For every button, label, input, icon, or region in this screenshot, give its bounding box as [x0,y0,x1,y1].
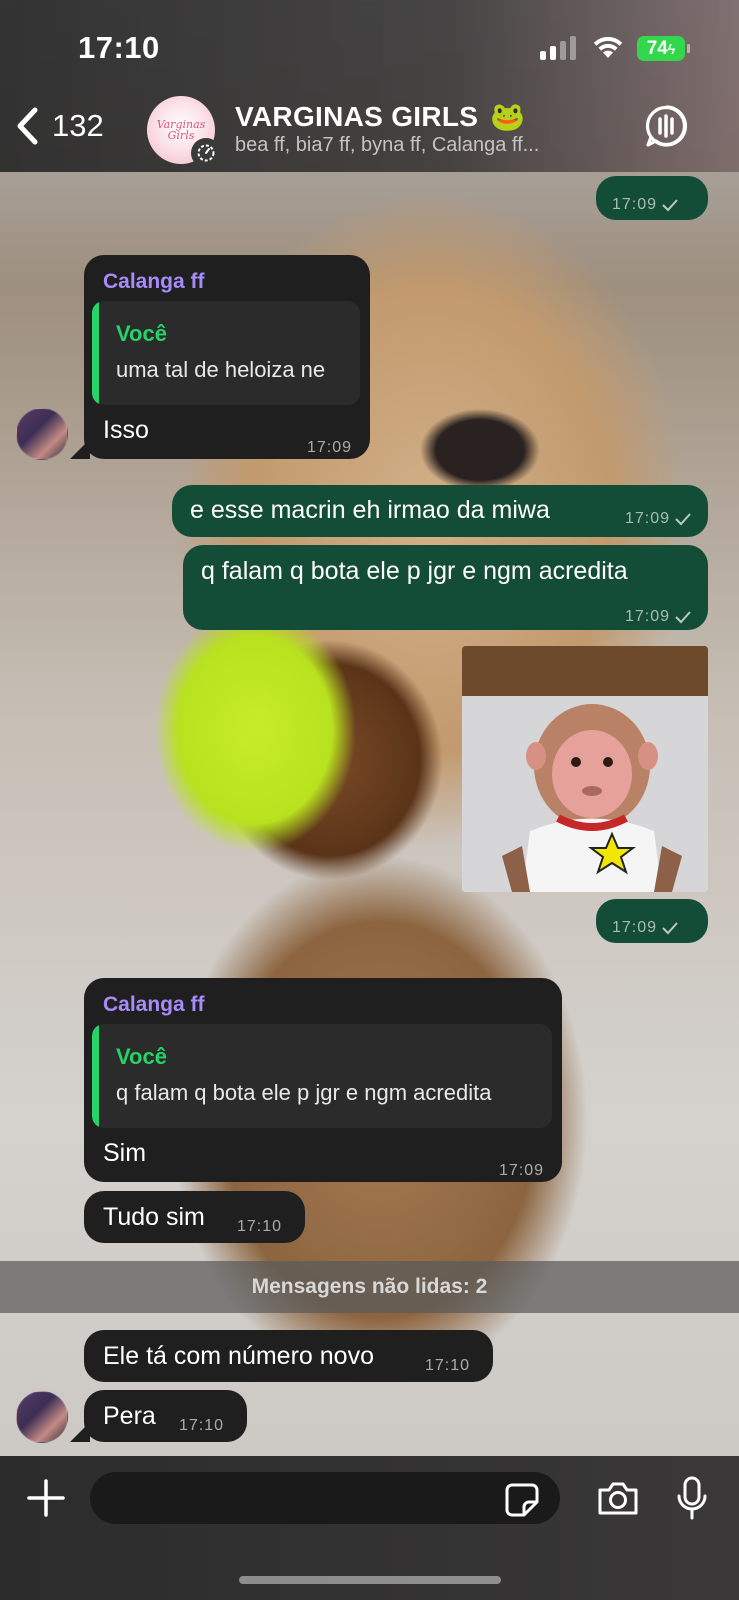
quote-sender: Você [116,321,167,346]
sticker-image[interactable] [462,646,708,892]
check-icon [675,513,691,526]
check-icon [662,199,678,212]
message-text: Sim [103,1139,147,1167]
message-text: e esse macrin eh irmao da miwa [190,496,550,524]
group-members: bea ff, bia7 ff, byna ff, Calanga ff... [235,134,540,156]
battery-tip [687,44,690,53]
check-icon [675,611,691,624]
message-time: 17:09 [625,504,692,534]
camera-button[interactable] [596,1480,640,1521]
message-incoming[interactable]: Tudo sim 17:10 [84,1191,305,1243]
quote-text: q falam q bota ele p jgr e ngm acredita [116,1080,492,1105]
microphone-icon [677,1476,707,1520]
message-incoming-reply[interactable]: Calanga ff Você q falam q bota ele p jgr… [84,978,562,1182]
sticker-icon [505,1483,539,1517]
call-button[interactable] [644,104,688,153]
group-avatar[interactable]: Varginas Girls [147,96,221,168]
message-time: 17:09 [612,913,679,943]
message-time: 17:09 [498,1162,544,1179]
message-text: Tudo sim [103,1203,205,1231]
back-chevron-icon [17,107,38,145]
quote-sender: Você [116,1044,167,1069]
message-time: 17:09 [625,602,692,632]
message-text: Isso [103,416,149,444]
message-outgoing[interactable]: 17:09 [596,176,708,220]
group-name: VARGINAS GIRLS [235,100,479,132]
message-time: 17:10 [237,1218,283,1235]
message-input[interactable] [90,1472,560,1524]
message-outgoing[interactable]: e esse macrin eh irmao da miwa 17:09 [172,485,708,537]
quoted-message[interactable]: Você uma tal de heloiza ne [92,301,360,405]
message-outgoing[interactable]: q falam q bota ele p jgr e ngm acredita … [183,545,708,630]
voice-message-button[interactable] [676,1476,708,1527]
message-time: 17:09 [612,190,679,220]
frog-emoji: 🐸 [490,101,526,132]
quoted-message[interactable]: Você q falam q bota ele p jgr e ngm acre… [92,1024,552,1128]
attach-button[interactable] [26,1478,66,1523]
back-button[interactable]: 132 [14,106,104,146]
wifi-icon [592,34,624,65]
battery-level: 74 [646,38,668,59]
message-incoming[interactable]: Ele tá com número novo 17:10 [84,1330,493,1382]
quote-text: uma tal de heloiza ne [116,357,326,382]
message-text: Ele tá com número novo [103,1342,374,1370]
avatar[interactable] [16,408,68,460]
monkey-image [462,646,708,892]
status-time: 17:10 [78,30,160,65]
battery-icon: 74ϟ [637,36,685,61]
camera-icon [598,1482,638,1515]
call-icon [645,105,688,147]
sender-name: Calanga ff [103,993,205,1016]
disappearing-timer-icon [191,138,221,168]
message-outgoing[interactable]: 17:09 [596,899,708,943]
message-incoming-reply[interactable]: Calanga ff Você uma tal de heloiza ne Is… [84,255,370,459]
signal-icon [540,36,576,60]
unread-count: 132 [52,108,104,143]
unread-messages-divider: Mensagens não lidas: 2 [0,1261,739,1313]
avatar[interactable] [16,1391,68,1443]
home-indicator [239,1576,501,1584]
message-time: 17:10 [425,1357,471,1374]
sender-name: Calanga ff [103,270,205,293]
sticker-button[interactable] [504,1482,540,1523]
group-title[interactable]: VARGINAS GIRLS 🐸 [235,100,525,133]
check-icon [662,922,678,935]
message-time: 17:10 [179,1417,225,1434]
message-text: q falam q bota ele p jgr e ngm acredita [201,557,628,585]
chat-header: 17:10 74ϟ 132 Varginas Girls VARGINAS GI… [0,0,739,172]
plus-icon [27,1479,65,1517]
message-incoming[interactable]: Pera 17:10 [84,1390,247,1442]
message-time: 17:09 [306,439,352,456]
message-text: Pera [103,1402,156,1430]
